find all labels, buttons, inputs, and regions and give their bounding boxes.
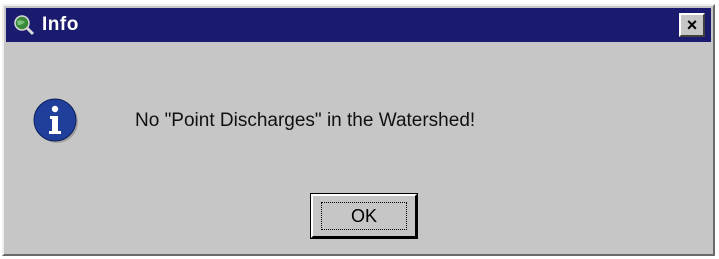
info-icon [33,98,79,144]
window-title: Info [42,14,79,35]
ok-button-label: OK [321,202,407,230]
close-button[interactable]: × [679,13,705,37]
ok-button[interactable]: OK [310,193,418,239]
message-text: No "Point Discharges" in the Watershed! [135,110,476,131]
globe-magnifier-icon [12,13,36,37]
close-icon: × [686,15,698,35]
info-dialog: Info × No "Point Discharges" in the Wate… [2,4,715,256]
title-bar[interactable]: Info × [6,8,711,42]
